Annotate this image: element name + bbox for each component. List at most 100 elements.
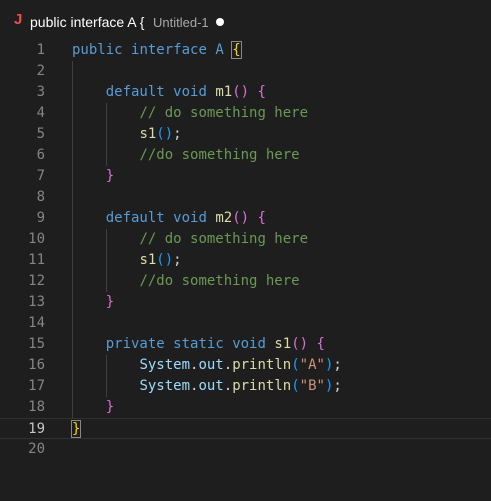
brace-token: { bbox=[257, 84, 266, 100]
line-number: 14 bbox=[28, 315, 45, 331]
line-code: // do something here bbox=[72, 103, 308, 124]
line-number: 16 bbox=[28, 357, 45, 373]
code-line[interactable]: 15 private static void s1() { bbox=[0, 334, 491, 355]
unsaved-dot-icon[interactable] bbox=[216, 18, 224, 26]
line-number: 13 bbox=[28, 294, 45, 310]
keyword-token: void bbox=[173, 84, 207, 100]
brace-token: } bbox=[70, 420, 82, 438]
paren-token: () bbox=[291, 336, 309, 352]
brace-token: } bbox=[105, 168, 115, 184]
comment-token: // do something here bbox=[139, 231, 309, 247]
line-code: default void m1() { bbox=[72, 82, 266, 103]
line-number: 19 bbox=[28, 421, 45, 437]
code-line[interactable]: 16 System.out.println("A"); bbox=[0, 355, 491, 376]
tab-bar: J public interface A { Untitled-1 bbox=[0, 0, 491, 40]
identifier-token: System bbox=[139, 357, 191, 373]
paren-token: ( bbox=[291, 378, 300, 394]
code-line[interactable]: 14 bbox=[0, 313, 491, 334]
brace-token: } bbox=[105, 294, 115, 310]
method-call-token: s1 bbox=[139, 252, 157, 268]
line-code: //do something here bbox=[72, 271, 300, 292]
line-number: 10 bbox=[28, 231, 45, 247]
line-number: 8 bbox=[36, 189, 45, 205]
code-line[interactable]: 18 } bbox=[0, 397, 491, 418]
line-code: System.out.println("B"); bbox=[72, 376, 342, 397]
line-code: } bbox=[72, 292, 114, 313]
paren-token: () bbox=[232, 84, 250, 100]
class-name-token: A bbox=[215, 42, 224, 58]
line-number: 20 bbox=[28, 441, 45, 457]
line-number: 11 bbox=[28, 252, 45, 268]
keyword-token: interface bbox=[131, 42, 207, 58]
string-token: "A" bbox=[299, 357, 325, 373]
tab-title: public interface A { bbox=[30, 14, 145, 30]
line-code: System.out.println("A"); bbox=[72, 355, 342, 376]
line-code: } bbox=[72, 166, 114, 187]
code-line[interactable]: 2 bbox=[0, 61, 491, 82]
line-number: 2 bbox=[36, 63, 45, 79]
code-line[interactable]: 17 System.out.println("B"); bbox=[0, 376, 491, 397]
method-name-token: m1 bbox=[215, 84, 233, 100]
paren-token: () bbox=[232, 210, 250, 226]
dot-token: . bbox=[223, 378, 233, 394]
current-code-line[interactable]: 19 } bbox=[0, 418, 491, 439]
code-line[interactable]: 3 default void m1() { bbox=[0, 82, 491, 103]
code-line[interactable]: 13 } bbox=[0, 292, 491, 313]
code-line[interactable]: 6 //do something here bbox=[0, 145, 491, 166]
brace-token: { bbox=[257, 210, 266, 226]
line-number: 15 bbox=[28, 336, 45, 352]
identifier-token: System bbox=[139, 378, 191, 394]
code-line[interactable]: 5 s1(); bbox=[0, 124, 491, 145]
line-number: 6 bbox=[36, 147, 45, 163]
line-number: 4 bbox=[36, 105, 45, 121]
brace-token: } bbox=[105, 399, 115, 415]
line-code: public interface A { bbox=[72, 40, 242, 61]
line-code: //do something here bbox=[72, 145, 300, 166]
code-line[interactable]: 12 //do something here bbox=[0, 271, 491, 292]
editor-tab[interactable]: J public interface A { Untitled-1 bbox=[0, 0, 238, 40]
line-number: 7 bbox=[36, 168, 45, 184]
line-code: } bbox=[72, 397, 114, 418]
code-line[interactable]: 11 s1(); bbox=[0, 250, 491, 271]
keyword-token: static bbox=[173, 336, 224, 352]
code-line[interactable]: 10 // do something here bbox=[0, 229, 491, 250]
keyword-token: void bbox=[232, 336, 266, 352]
comment-token: // do something here bbox=[139, 105, 309, 121]
method-name-token: m2 bbox=[215, 210, 233, 226]
line-code: s1(); bbox=[72, 250, 182, 271]
method-call-token: println bbox=[232, 378, 292, 394]
paren-token: ( bbox=[291, 357, 300, 373]
keyword-token: void bbox=[173, 210, 207, 226]
semicolon-token: ; bbox=[173, 252, 182, 268]
semicolon-token: ; bbox=[173, 126, 182, 142]
line-code: private static void s1() { bbox=[72, 334, 325, 355]
code-line[interactable]: 7 } bbox=[0, 166, 491, 187]
paren-token: () bbox=[156, 252, 174, 268]
line-code: } bbox=[70, 419, 82, 440]
code-line[interactable]: 1 public interface A { bbox=[0, 40, 491, 61]
line-code: default void m2() { bbox=[72, 208, 266, 229]
keyword-token: default bbox=[105, 84, 165, 100]
string-token: "B" bbox=[299, 378, 325, 394]
line-number: 3 bbox=[36, 84, 45, 100]
semicolon-token: ; bbox=[333, 357, 342, 373]
method-call-token: s1 bbox=[139, 126, 157, 142]
code-line[interactable]: 20 bbox=[0, 439, 491, 460]
line-number: 1 bbox=[36, 42, 45, 58]
code-line[interactable]: 9 default void m2() { bbox=[0, 208, 491, 229]
line-number: 17 bbox=[28, 378, 45, 394]
line-code: s1(); bbox=[72, 124, 182, 145]
comment-token: //do something here bbox=[139, 273, 300, 289]
line-number: 18 bbox=[28, 399, 45, 415]
line-number: 9 bbox=[36, 210, 45, 226]
semicolon-token: ; bbox=[333, 378, 342, 394]
java-file-icon: J bbox=[14, 11, 23, 28]
code-line[interactable]: 8 bbox=[0, 187, 491, 208]
comment-token: //do something here bbox=[139, 147, 300, 163]
code-editor[interactable]: 1 public interface A { 2 3 default void … bbox=[0, 40, 491, 501]
tab-description: Untitled-1 bbox=[153, 15, 209, 30]
code-line[interactable]: 4 // do something here bbox=[0, 103, 491, 124]
keyword-token: public bbox=[72, 42, 123, 58]
line-number: 12 bbox=[28, 273, 45, 289]
keyword-token: private bbox=[105, 336, 165, 352]
